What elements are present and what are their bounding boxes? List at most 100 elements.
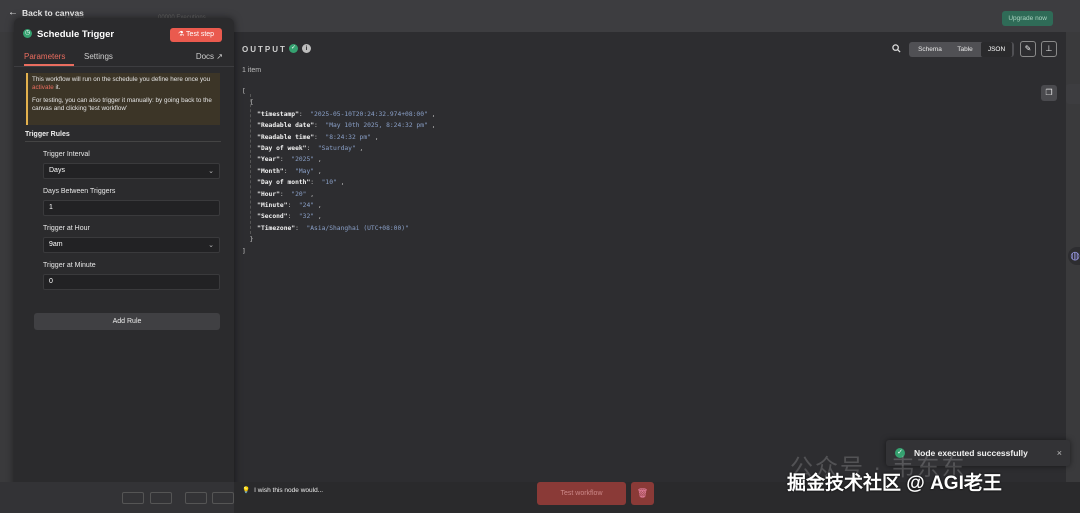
feedback-label: I wish this node would...	[254, 486, 324, 494]
json-row: "Readable time": "8:24:32 pm" ,	[257, 133, 379, 141]
trigger-hour-select[interactable]: 9am ⌄	[43, 237, 220, 253]
side-collapse-tab[interactable]	[1066, 84, 1080, 104]
pin-data-button[interactable]: ⊥	[1041, 41, 1057, 57]
zoom-control[interactable]	[212, 492, 234, 504]
arrow-left-icon: ←	[8, 7, 18, 18]
trigger-interval-select[interactable]: Days ⌄	[43, 163, 220, 179]
globe-icon[interactable]: ◍	[1068, 247, 1080, 265]
json-key: "Year"	[257, 156, 280, 164]
trigger-interval-label: Trigger Interval	[43, 151, 90, 158]
node-tabs: Parameters Settings Docs ↗	[14, 50, 234, 67]
notice-text-pre: This workflow will run on the schedule y…	[32, 76, 211, 83]
pin-icon: ⊥	[1045, 44, 1053, 53]
trigger-minute-value: 0	[49, 278, 53, 285]
close-icon[interactable]: ×	[1057, 448, 1062, 458]
external-link-icon: ↗	[216, 52, 223, 61]
items-count: 1 item	[242, 67, 262, 74]
upgrade-button[interactable]: Upgrade now	[1002, 11, 1053, 26]
days-between-input[interactable]: 1	[43, 200, 220, 216]
trigger-minute-label: Trigger at Minute	[43, 262, 96, 269]
docs-label: Docs	[195, 52, 215, 61]
trigger-hour-value: 9am	[49, 241, 63, 248]
json-row: "Year": "2025" ,	[257, 156, 322, 164]
json-value: "20"	[291, 190, 307, 198]
edit-output-button[interactable]: ✎	[1020, 41, 1036, 57]
json-row: "Hour": "20" ,	[257, 190, 315, 198]
copy-button[interactable]: ❐	[1041, 85, 1057, 101]
test-step-button[interactable]: ⚗ Test step	[170, 28, 222, 42]
notice-line-1: This workflow will run on the schedule y…	[32, 76, 216, 93]
chevron-down-icon: ⌄	[208, 242, 214, 249]
test-workflow-button[interactable]: Test workflow	[537, 482, 626, 505]
json-value: "May 10th 2025, 8:24:32 pm"	[325, 122, 428, 130]
json-row: "Day of week": "Saturday" ,	[257, 145, 364, 153]
activate-link[interactable]: activate	[32, 84, 54, 91]
watermark: 掘金技术社区 @ AGI老王	[787, 473, 1002, 494]
trigger-rules-title: Trigger Rules	[25, 131, 70, 138]
flask-icon: ⚗	[177, 31, 185, 38]
node-parameters-panel: ◷ Schedule Trigger ⚗ Test step Parameter…	[14, 18, 234, 496]
node-header: ◷ Schedule Trigger ⚗ Test step	[14, 18, 234, 48]
json-key: "Readable date"	[257, 122, 315, 130]
feedback-link[interactable]: 💡 I wish this node would...	[242, 486, 324, 495]
trash-icon[interactable]: 🗑	[631, 482, 654, 505]
zoom-control[interactable]	[185, 492, 207, 504]
json-row: "timestamp": "2025-05-10T20:24:32.974+08…	[257, 110, 436, 118]
notice-text-post: it.	[53, 84, 61, 92]
search-icon[interactable]	[892, 44, 901, 55]
json-value: "2025"	[291, 156, 315, 164]
test-workflow-label: Test workflow	[560, 490, 603, 497]
json-key: "Day of month"	[257, 179, 311, 187]
json-row: "Day of month": "10" ,	[257, 179, 345, 187]
json-key: "Minute"	[257, 202, 288, 210]
upgrade-label: Upgrade now	[1008, 15, 1047, 22]
output-title: OUTPUT	[242, 45, 287, 54]
json-key: "Second"	[257, 213, 288, 221]
days-between-label: Days Between Triggers	[43, 188, 116, 195]
add-rule-label: Add Rule	[112, 318, 142, 325]
test-step-label: Test step	[186, 31, 215, 38]
json-key: "Timezone"	[257, 224, 296, 232]
tab-parameters[interactable]: Parameters	[24, 52, 65, 61]
json-key: "Readable time"	[257, 133, 315, 141]
info-icon[interactable]: i	[302, 44, 311, 53]
json-close-brace: }	[242, 236, 254, 244]
check-circle-icon: ✓	[289, 44, 298, 53]
view-schema-button[interactable]: Schema	[911, 42, 949, 57]
notice-line-2: For testing, you can also trigger it man…	[32, 96, 212, 113]
pencil-icon: ✎	[1024, 44, 1032, 53]
json-open-brace: {	[242, 99, 254, 107]
view-table-button[interactable]: Table	[951, 42, 979, 57]
days-between-value: 1	[49, 204, 53, 211]
json-row: "Readable date": "May 10th 2025, 8:24:32…	[257, 122, 436, 130]
json-value: "24"	[298, 202, 315, 210]
add-rule-button[interactable]: Add Rule	[34, 313, 220, 330]
json-value: "Asia/Shanghai (UTC+08:00)"	[306, 224, 409, 232]
json-key: "Hour"	[257, 190, 280, 198]
json-row: "Minute": "24" ,	[257, 202, 322, 210]
json-row: "Timezone": "Asia/Shanghai (UTC+08:00)"	[257, 224, 409, 232]
zoom-control[interactable]	[150, 492, 172, 504]
canvas-footer	[0, 482, 234, 513]
docs-link[interactable]: Docs ↗	[196, 52, 223, 61]
json-key: "Month"	[257, 167, 284, 175]
trigger-minute-input[interactable]: 0	[43, 274, 220, 290]
copy-icon: ❐	[1045, 88, 1053, 97]
json-key: "Day of week"	[257, 145, 307, 153]
clock-icon: ◷	[23, 29, 32, 38]
lightbulb-icon: 💡	[242, 487, 251, 494]
chevron-down-icon: ⌄	[208, 168, 214, 175]
json-close-bracket: ]	[242, 247, 246, 255]
json-viewer: [ { "timestamp": "2025-05-10T20:24:32.97…	[242, 86, 435, 257]
view-json-button[interactable]: JSON	[981, 42, 1012, 57]
json-value: "May"	[295, 167, 315, 175]
tab-settings[interactable]: Settings	[84, 52, 113, 61]
output-panel: OUTPUT ✓ i 1 item Schema Table JSON ✎ ⊥ …	[234, 32, 1066, 482]
json-value: "8:24:32 pm"	[325, 133, 371, 141]
divider	[25, 141, 221, 142]
json-value: "10"	[321, 179, 337, 187]
view-toggle: Schema Table JSON	[909, 42, 1014, 57]
schedule-notice: This workflow will run on the schedule y…	[26, 73, 220, 125]
json-value: "32"	[298, 213, 315, 221]
zoom-control[interactable]	[122, 492, 144, 504]
